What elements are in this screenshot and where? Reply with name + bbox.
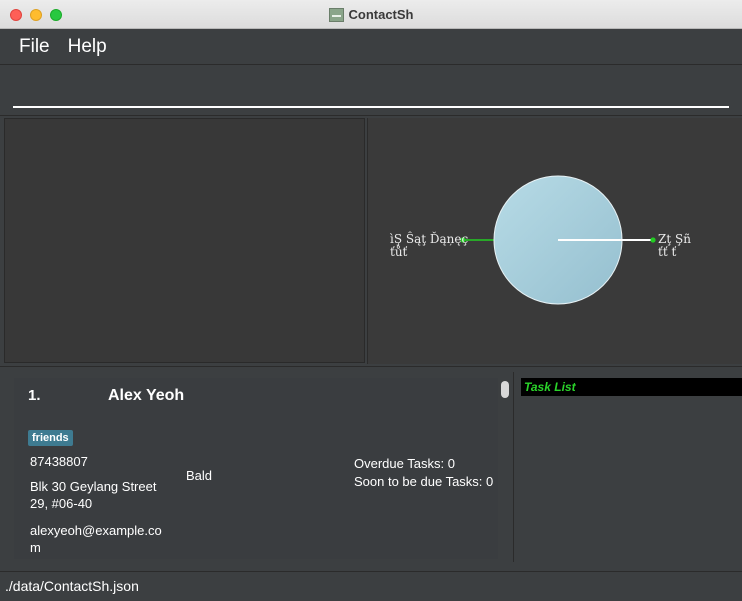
graph-right-node-label: Zţ Şñ ťť ť: [658, 233, 691, 259]
graph-left-node-label-line2: ťůť: [390, 245, 408, 259]
person-phone: 87438807: [30, 454, 88, 469]
app-icon: [328, 7, 344, 22]
person-list-scrollbar[interactable]: [499, 378, 513, 559]
title-bar: ContactSh: [0, 0, 742, 29]
graph-right-node-dot[interactable]: [650, 237, 656, 243]
panel-divider: [513, 372, 514, 562]
tag-badge: friends: [28, 430, 73, 446]
soon-due-tasks-count: Soon to be due Tasks: 0: [354, 474, 494, 489]
result-display: [4, 118, 365, 363]
scrollbar-thumb[interactable]: [501, 381, 509, 398]
status-bar: ./data/ContactSh.json: [0, 571, 742, 601]
command-box: [0, 66, 742, 116]
menu-file[interactable]: File: [10, 36, 59, 58]
person-name: Alex Yeoh: [108, 387, 185, 404]
menu-bar: File Help: [0, 29, 742, 65]
graph-panel: ìŞ Ŝąţ Ďąņęç ťůť Zţ Şñ ťť ť: [367, 118, 742, 364]
overdue-tasks-count: Overdue Tasks: 0: [354, 456, 455, 471]
person-card[interactable]: 1. Alex Yeoh friends 87438807 Blk 30 Gey…: [14, 378, 498, 559]
window-title: ContactSh: [0, 0, 742, 29]
graph-right-node-label-line2: ťť ť: [658, 245, 677, 259]
menu-help[interactable]: Help: [59, 36, 116, 58]
command-input[interactable]: [13, 80, 729, 108]
status-file-path: ./data/ContactSh.json: [5, 578, 139, 594]
task-list-header: Task List: [521, 378, 742, 396]
window-title-text: ContactSh: [348, 7, 414, 22]
graph-left-node-label: ìŞ Ŝąţ Ďąņęç ťůť: [390, 233, 468, 259]
person-index: 1.: [28, 387, 41, 404]
task-list-panel: Task List: [521, 378, 742, 558]
person-address: Blk 30 Geylang Street 29, #06-40: [30, 479, 157, 511]
person-remark: Bald: [186, 468, 213, 483]
person-email: alexyeoh@example.com: [30, 523, 162, 555]
